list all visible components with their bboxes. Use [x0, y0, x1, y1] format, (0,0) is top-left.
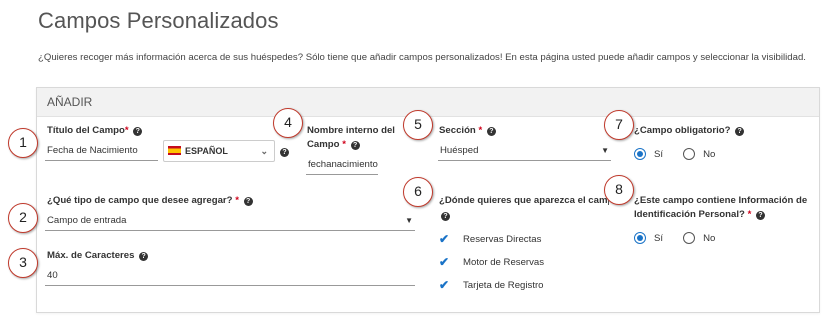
- caret-down-icon: ▼: [405, 216, 413, 225]
- callout-1: 1: [8, 128, 38, 158]
- check-item-direct-bookings[interactable]: ✔ Reservas Directas: [439, 232, 541, 246]
- section-label: Sección * ?: [439, 124, 496, 138]
- internal-name-label: Nombre interno del Campo * ?: [307, 125, 395, 150]
- personal-info-no-radio[interactable]: [683, 232, 696, 244]
- question-circle-icon[interactable]: ?: [441, 212, 450, 221]
- callout-6: 6: [403, 177, 433, 207]
- field-type-label: ¿Qué tipo de campo que desee agregar? * …: [47, 194, 253, 208]
- field-type-select[interactable]: Campo de entrada ▼: [45, 211, 415, 231]
- language-select[interactable]: ESPAÑOL ⌄: [163, 140, 275, 162]
- internal-name-input[interactable]: fechanacimiento: [306, 155, 378, 175]
- spain-flag-icon: [168, 146, 181, 155]
- caret-down-icon: ▼: [601, 146, 609, 155]
- where-appear-label: ¿Dónde quieres que aparezca el campo?: [439, 195, 609, 206]
- callout-8: 8: [604, 175, 634, 205]
- callout-5: 5: [403, 110, 433, 140]
- question-circle-icon[interactable]: ?: [735, 127, 745, 136]
- required-yes-radio[interactable]: [634, 148, 646, 160]
- question-circle-icon[interactable]: ?: [280, 148, 289, 157]
- required-field-label: ¿Campo obligatorio? ?: [634, 124, 745, 138]
- checkmark-icon: ✔: [439, 278, 450, 292]
- question-circle-icon[interactable]: ?: [133, 127, 143, 136]
- max-chars-input[interactable]: 40: [45, 266, 415, 286]
- required-no-radio[interactable]: [683, 148, 696, 160]
- field-title-input[interactable]: Fecha de Nacimiento: [45, 141, 158, 161]
- panel-header: AÑADIR: [37, 88, 819, 117]
- question-circle-icon[interactable]: ?: [350, 141, 360, 150]
- check-item-booking-engine[interactable]: ✔ Motor de Reservas: [439, 255, 544, 269]
- section-select[interactable]: Huésped ▼: [438, 141, 611, 161]
- personal-info-radio-group: Sí No: [634, 232, 715, 244]
- personal-info-yes-radio[interactable]: [634, 232, 646, 244]
- required-field-radio-group: Sí No: [634, 148, 715, 160]
- callout-4: 4: [273, 108, 303, 138]
- checkmark-icon: ✔: [439, 255, 450, 269]
- question-circle-icon[interactable]: ?: [243, 197, 253, 206]
- chevron-down-icon: ⌄: [260, 146, 268, 156]
- page-title: Campos Personalizados: [38, 8, 279, 33]
- callout-2: 2: [8, 203, 38, 233]
- question-circle-icon[interactable]: ?: [486, 127, 496, 136]
- question-circle-icon[interactable]: ?: [139, 252, 149, 261]
- question-circle-icon[interactable]: ?: [755, 211, 765, 220]
- check-item-registration-card[interactable]: ✔ Tarjeta de Registro: [439, 278, 544, 292]
- checkmark-icon: ✔: [439, 232, 450, 246]
- callout-3: 3: [8, 248, 38, 278]
- callout-7: 7: [604, 110, 634, 140]
- field-title-label: Título del Campo* ?: [47, 124, 143, 138]
- page-intro: ¿Quieres recoger más información acerca …: [38, 52, 806, 63]
- personal-info-label: ¿Este campo contiene Información de Iden…: [634, 195, 808, 220]
- max-chars-label: Máx. de Caracteres ?: [47, 249, 149, 263]
